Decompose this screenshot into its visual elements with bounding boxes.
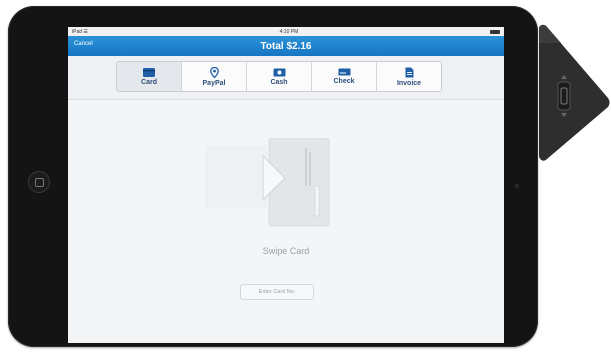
camera-icon [515, 184, 519, 188]
payment-method-tabs: Card PayPal Cash Check Invoice [116, 61, 442, 92]
swipe-card-label: Swipe Card [262, 246, 310, 256]
tab-check-label: Check [333, 78, 355, 85]
card-entry-area: Swipe Card Enter Card No. [68, 100, 504, 343]
enter-card-number-button[interactable]: Enter Card No. [240, 284, 314, 300]
home-button[interactable] [28, 171, 50, 193]
ipad-device: iPad ☰ 4:10 PM Cancel Total $2.16 Card P… [8, 6, 538, 347]
nav-bar: Cancel Total $2.16 [68, 36, 504, 56]
stage: iPad ☰ 4:10 PM Cancel Total $2.16 Card P… [0, 0, 611, 353]
invoice-icon [405, 67, 413, 77]
cash-icon [273, 68, 285, 76]
tab-invoice[interactable]: Invoice [377, 62, 441, 91]
payment-method-bar: Card PayPal Cash Check Invoice [68, 56, 504, 100]
tab-paypal[interactable]: PayPal [182, 62, 247, 91]
clock: 4:10 PM [279, 28, 299, 35]
page-title: Total $2.16 [260, 40, 312, 52]
check-icon [338, 68, 350, 76]
swipe-card-illustration [205, 138, 330, 227]
card-icon [143, 67, 155, 77]
screen: iPad ☰ 4:10 PM Cancel Total $2.16 Card P… [68, 27, 504, 343]
cancel-button[interactable]: Cancel [74, 41, 93, 47]
carrier-label: iPad ☰ [72, 28, 88, 35]
tab-cash[interactable]: Cash [247, 62, 312, 91]
tab-card[interactable]: Card [117, 62, 182, 91]
status-bar: iPad ☰ 4:10 PM [68, 27, 504, 36]
card-reader-dongle [539, 24, 610, 161]
tab-invoice-label: Invoice [396, 79, 422, 87]
tab-check[interactable]: Check [312, 62, 377, 91]
battery-icon [489, 29, 500, 34]
tab-paypal-label: PayPal [202, 79, 226, 87]
paypal-pin-icon [209, 66, 219, 78]
home-button-icon [34, 177, 44, 187]
tab-cash-label: Cash [270, 78, 288, 86]
tab-card-label: Card [141, 78, 157, 86]
